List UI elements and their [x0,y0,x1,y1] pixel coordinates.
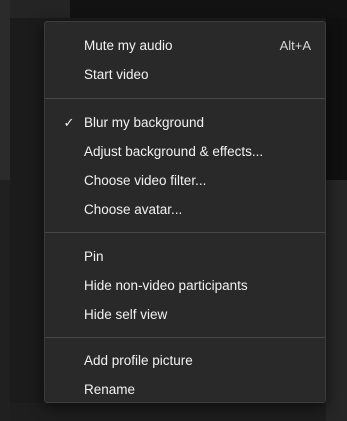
blur-background-label: Blur my background [84,115,205,130]
rename-menu-item[interactable]: Rename [45,375,325,404]
participant-context-menu: Mute my audio Alt+A Start video ✓ Blur m… [44,21,326,403]
choose-avatar-label: Choose avatar... [84,202,183,217]
rename-label: Rename [84,382,136,397]
blur-background-menu-item[interactable]: ✓ Blur my background [45,108,325,137]
mute-audio-shortcut: Alt+A [279,38,311,53]
hide-non-video-label: Hide non-video participants [84,278,248,293]
add-profile-picture-label: Add profile picture [84,353,193,368]
adjust-background-menu-item[interactable]: Adjust background & effects... [45,137,325,166]
choose-avatar-menu-item[interactable]: Choose avatar... [45,195,325,224]
view-section: Pin Hide non-video participants Hide sel… [45,233,325,337]
adjust-background-label: Adjust background & effects... [84,144,264,159]
pin-label: Pin [84,249,104,264]
audio-video-section: Mute my audio Alt+A Start video [45,22,325,98]
video-tile-left-lower [0,180,10,421]
background-section: ✓ Blur my background Adjust background &… [45,99,325,232]
profile-section: Add profile picture Rename [45,338,325,412]
start-video-menu-item[interactable]: Start video [45,60,325,89]
hide-self-view-menu-item[interactable]: Hide self view [45,300,325,329]
pin-menu-item[interactable]: Pin [45,242,325,271]
video-tile-left [0,0,10,180]
mute-audio-label: Mute my audio [84,38,173,53]
video-tile-right [326,18,347,180]
start-video-label: Start video [84,67,149,82]
checkmark-icon: ✓ [63,115,75,130]
choose-video-filter-label: Choose video filter... [84,173,207,188]
mute-audio-menu-item[interactable]: Mute my audio Alt+A [45,31,325,60]
video-tile-right-lower [326,180,347,421]
choose-video-filter-menu-item[interactable]: Choose video filter... [45,166,325,195]
hide-self-view-label: Hide self view [84,307,168,322]
hide-non-video-menu-item[interactable]: Hide non-video participants [45,271,325,300]
video-tile-top-left [10,0,70,18]
add-profile-picture-menu-item[interactable]: Add profile picture [45,346,325,375]
